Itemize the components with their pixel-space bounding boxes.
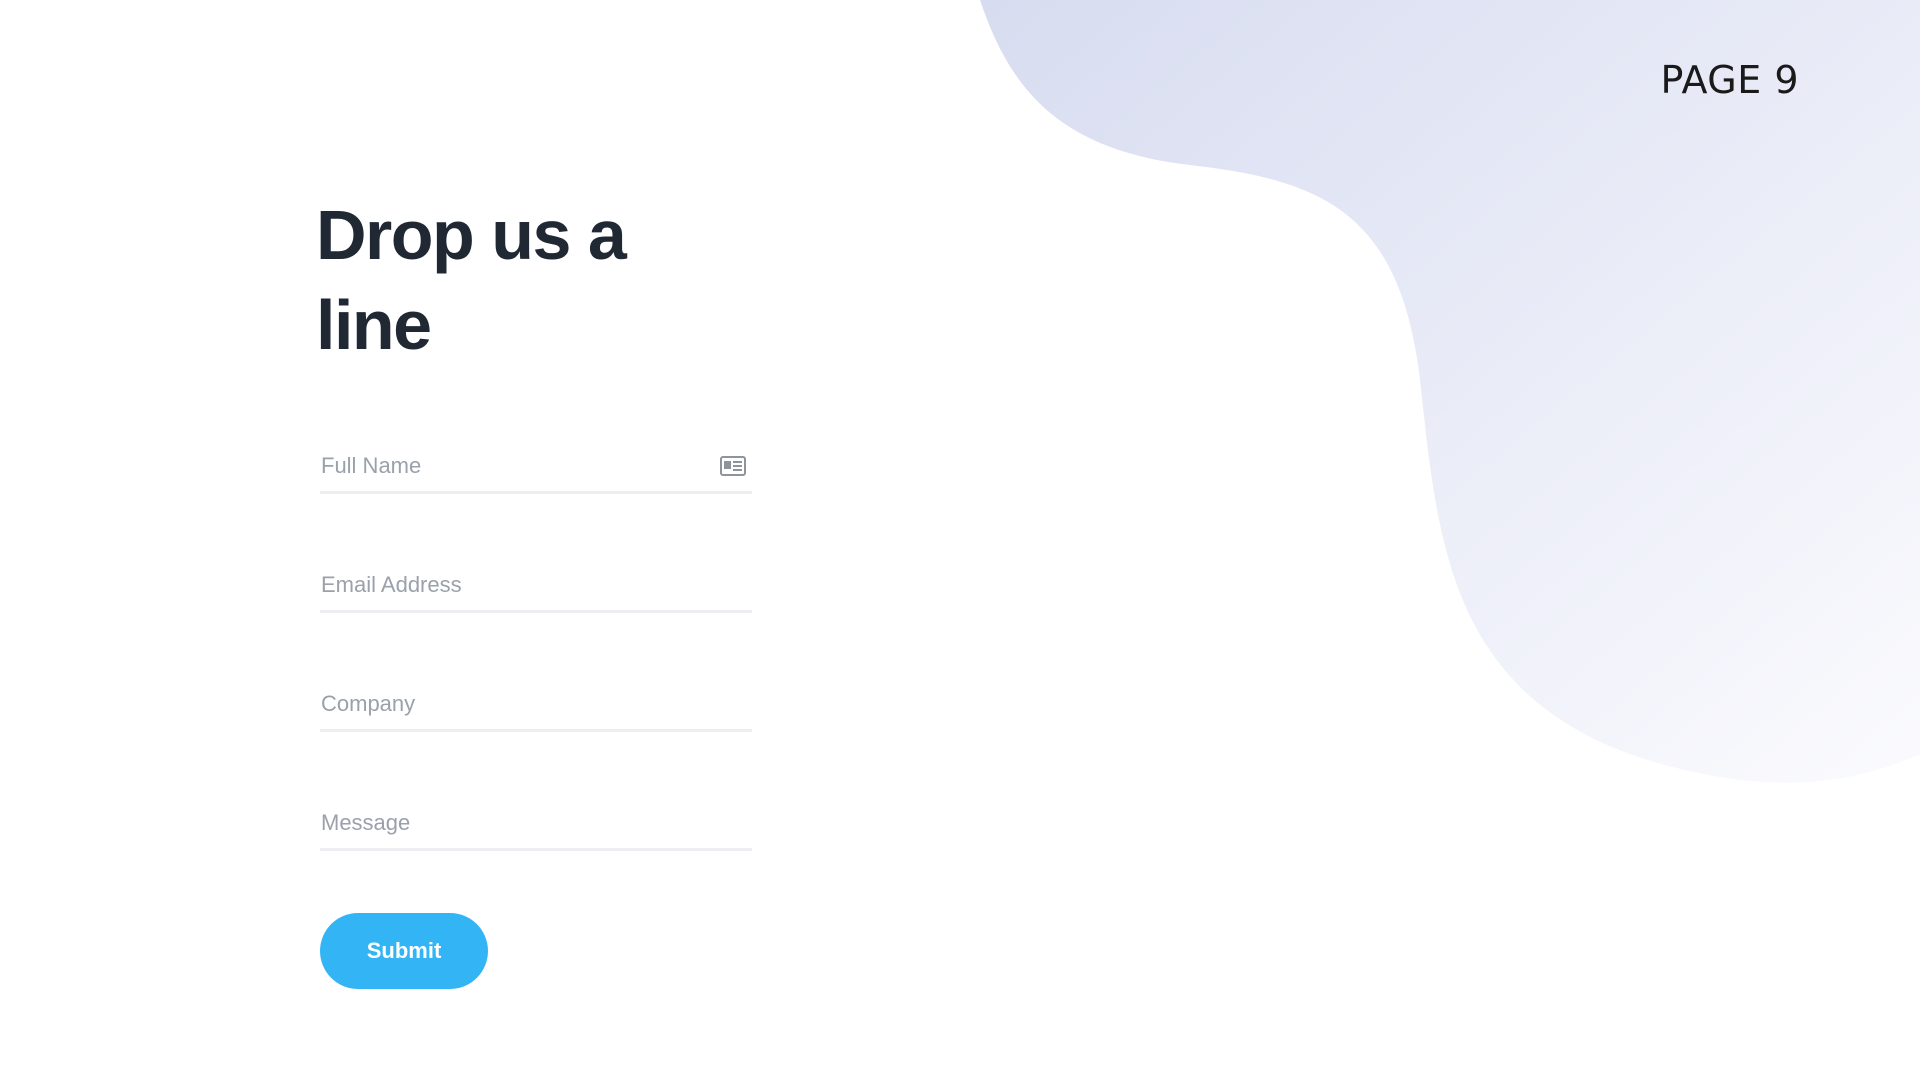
contact-form: Drop us a line Submit: [316, 190, 752, 989]
page-number: PAGE 9: [1660, 58, 1799, 102]
contact-card-icon[interactable]: [720, 456, 746, 476]
full-name-field: [320, 425, 752, 494]
full-name-input[interactable]: [321, 449, 701, 483]
company-field: [320, 663, 752, 732]
background-blob: [980, 0, 1920, 783]
message-input[interactable]: [321, 806, 701, 840]
company-input[interactable]: [321, 687, 701, 721]
submit-button[interactable]: Submit: [320, 913, 488, 989]
message-field: [320, 782, 752, 851]
contact-page: PAGE 9 Drop us a line Submit: [0, 0, 1920, 1080]
form-title: Drop us a line: [316, 196, 627, 364]
email-field: [320, 544, 752, 613]
email-input[interactable]: [321, 568, 701, 602]
